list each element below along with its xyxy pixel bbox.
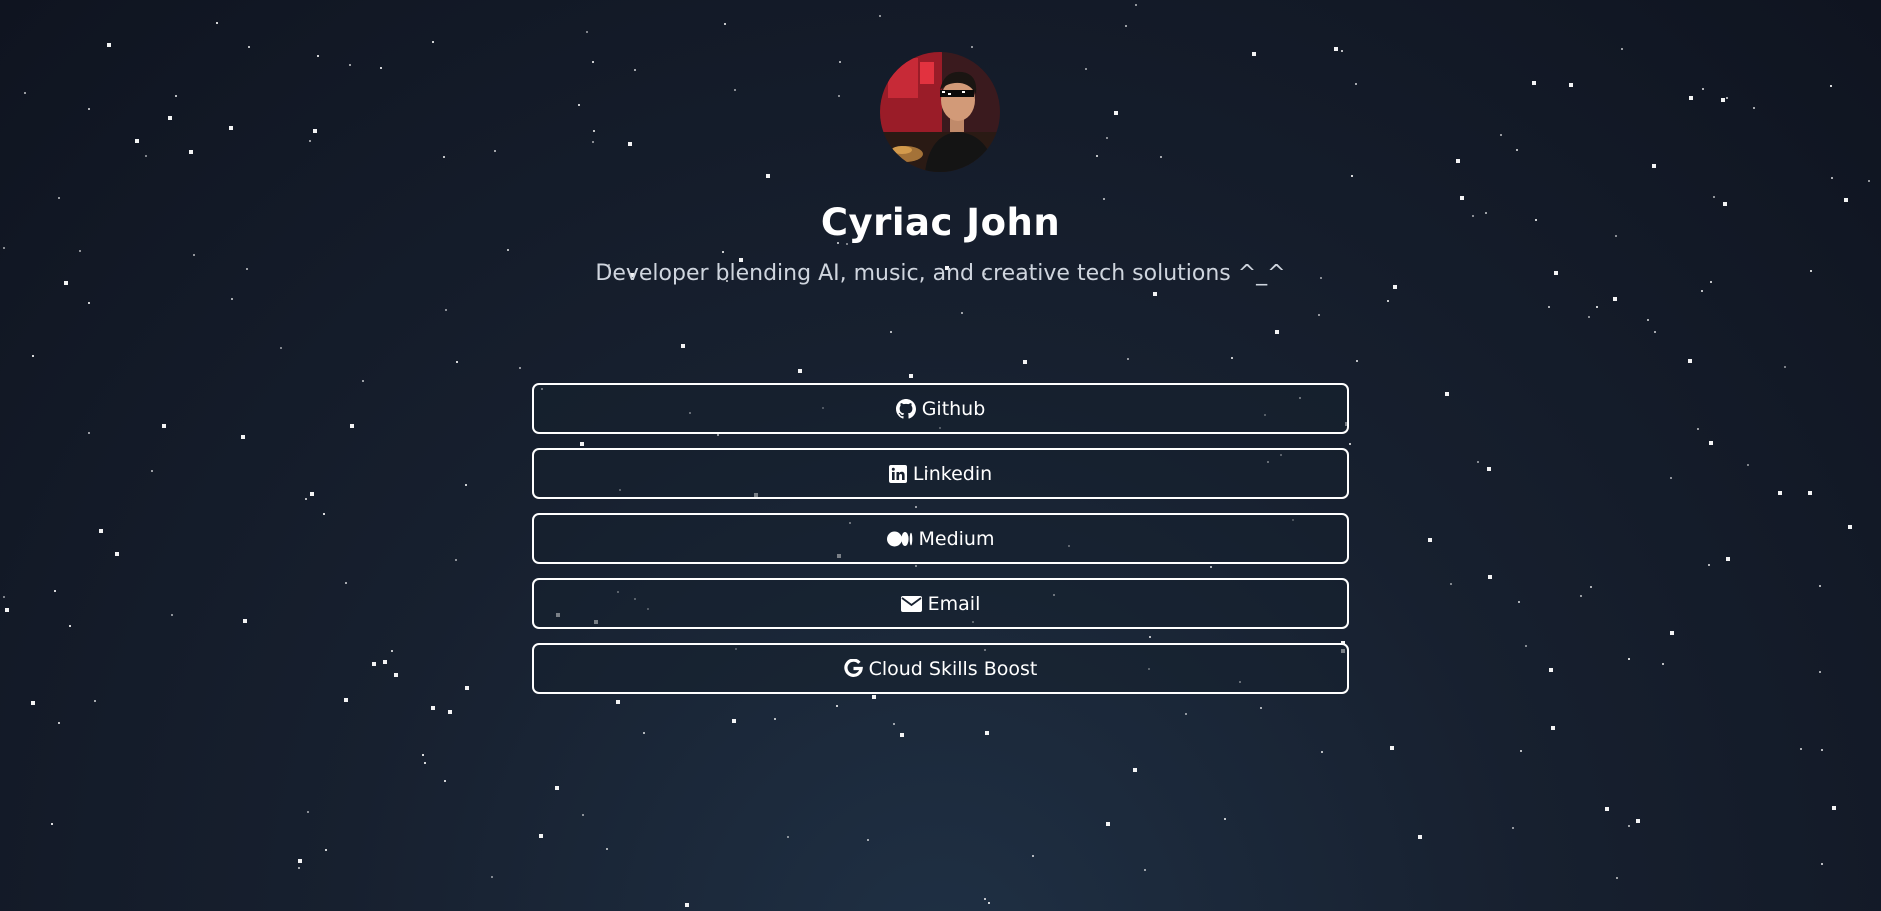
email-link-label: Email [927,592,981,615]
linkedin-icon [888,464,907,483]
cloud-skills-boost-link-button[interactable]: Cloud Skills Boost [532,643,1349,694]
email-link-button[interactable]: Email [532,578,1349,629]
medium-link-button[interactable]: Medium [532,513,1349,564]
link-list: Github Linkedin Medium Email Cloud Skill… [532,383,1349,708]
profile-bio: Developer blending AI, music, and creati… [595,261,1286,286]
github-link-label: Github [921,397,986,420]
google-icon [843,659,863,678]
linkedin-link-label: Linkedin [912,462,993,485]
avatar [880,52,1000,172]
cloud-skills-boost-link-label: Cloud Skills Boost [868,657,1038,680]
medium-icon [886,531,913,547]
envelope-icon [900,595,922,612]
medium-link-label: Medium [918,527,995,550]
profile-page: Cyriac John Developer blending AI, music… [0,0,1881,911]
profile-name: Cyriac John [820,201,1061,244]
github-icon [895,398,916,419]
linkedin-link-button[interactable]: Linkedin [532,448,1349,499]
github-link-button[interactable]: Github [532,383,1349,434]
